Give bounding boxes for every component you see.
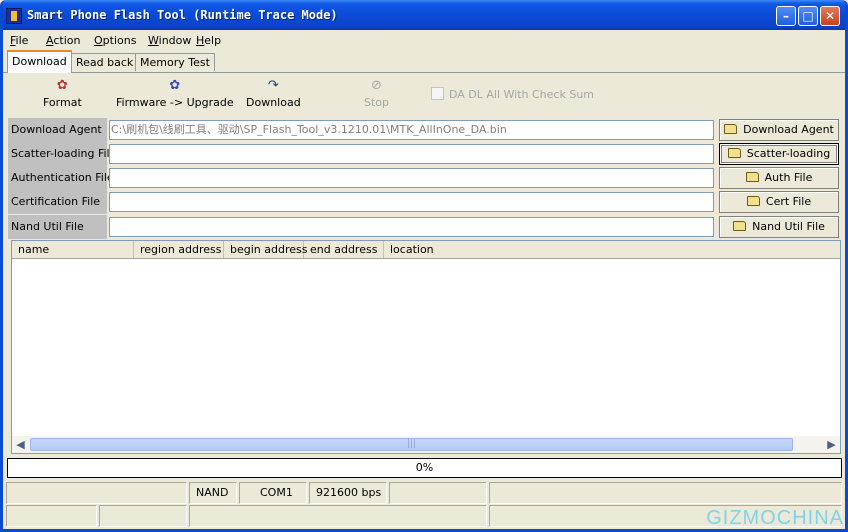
partition-list[interactable]: name region address begin address end ad… — [11, 240, 841, 454]
progress-text: 0% — [415, 461, 434, 474]
menu-file[interactable]: File — [10, 34, 28, 47]
menu-action[interactable]: Action — [46, 34, 80, 47]
file-row-scatter: Scatter-loading File Scatter-loading — [8, 142, 841, 166]
format-button[interactable]: ✿ Format — [43, 78, 82, 110]
scroll-right-icon[interactable]: ▶ — [824, 437, 839, 452]
toolbar: ✿ Format ✿ Firmware -> Upgrade ↷ Downloa… — [3, 73, 845, 118]
download-icon: ↷ — [267, 78, 279, 93]
file-row-download-agent: Download Agent C:\刷机包\线刷工具、驱动\SP_Flash_T… — [8, 118, 841, 142]
status-baud: 921600 bps — [309, 482, 387, 504]
download-agent-path[interactable]: C:\刷机包\线刷工具、驱动\SP_Flash_Tool_v3.1210.01\… — [109, 120, 714, 140]
scatter-label: Scatter-loading File — [8, 142, 116, 166]
format-icon: ✿ — [56, 78, 68, 93]
folder-icon — [724, 124, 738, 134]
auth-path[interactable] — [109, 168, 714, 188]
scatter-path[interactable] — [109, 144, 714, 164]
column-location[interactable]: location — [384, 241, 840, 258]
file-row-auth: Authentication File Auth File — [8, 166, 841, 190]
status-pane-1 — [6, 482, 187, 504]
column-name[interactable]: name — [12, 241, 134, 258]
status-pane-9 — [189, 505, 487, 527]
file-row-cert: Certification File Cert File — [8, 190, 841, 214]
upgrade-icon: ✿ — [169, 78, 181, 93]
progress-bar: 0% — [7, 458, 842, 478]
close-icon[interactable]: ✕ — [820, 6, 840, 26]
status-pane-6 — [489, 482, 842, 504]
minimize-icon[interactable]: – — [776, 6, 796, 26]
auth-file-button[interactable]: Auth File — [719, 167, 839, 189]
maximize-icon[interactable]: □ — [798, 6, 818, 26]
menu-bar: File Action Options Window Help — [3, 30, 845, 50]
column-end-address[interactable]: end address — [304, 241, 384, 258]
menu-help[interactable]: Help — [196, 34, 221, 47]
cert-path[interactable] — [109, 192, 714, 212]
stop-icon: ⊘ — [371, 78, 382, 93]
scatter-loading-button[interactable]: Scatter-loading — [719, 143, 839, 165]
menu-options[interactable]: Options — [94, 34, 136, 47]
list-header: name region address begin address end ad… — [12, 241, 840, 259]
tab-download[interactable]: Download — [7, 50, 72, 73]
download-button[interactable]: ↷ Download — [246, 78, 301, 110]
folder-icon — [746, 196, 760, 206]
tab-read-back[interactable]: Read back — [71, 53, 139, 71]
app-icon — [6, 8, 22, 24]
auth-label: Authentication File — [8, 166, 114, 190]
menu-window[interactable]: Window — [148, 34, 191, 47]
file-row-nand: Nand Util File Nand Util File — [8, 215, 841, 239]
status-pane-5 — [389, 482, 487, 504]
firmware-upgrade-button[interactable]: ✿ Firmware -> Upgrade — [116, 78, 234, 110]
column-begin-address[interactable]: begin address — [224, 241, 307, 258]
cert-label: Certification File — [8, 190, 107, 214]
watermark-logo: GIZMOCHINA — [706, 507, 844, 529]
cert-file-button[interactable]: Cert File — [719, 191, 839, 213]
scroll-left-icon[interactable]: ◀ — [13, 437, 28, 452]
nand-util-button[interactable]: Nand Util File — [719, 216, 839, 238]
column-region-address[interactable]: region address — [134, 241, 224, 258]
tab-bar: Download Read back Memory Test — [3, 50, 845, 73]
title-bar[interactable]: Smart Phone Flash Tool (Runtime Trace Mo… — [3, 0, 845, 30]
app-window: Smart Phone Flash Tool (Runtime Trace Mo… — [0, 0, 848, 532]
horizontal-scrollbar[interactable]: ◀ ||| ▶ — [12, 436, 840, 453]
checksum-checkbox[interactable]: DA DL All With Check Sum — [431, 87, 594, 101]
status-pane-8 — [99, 505, 187, 527]
stop-button[interactable]: ⊘ Stop — [364, 78, 389, 110]
download-agent-label: Download Agent — [8, 118, 107, 142]
download-agent-button[interactable]: Download Agent — [719, 119, 839, 141]
scroll-thumb[interactable]: ||| — [30, 438, 793, 451]
status-storage: NAND — [189, 482, 237, 504]
nand-util-path[interactable] — [109, 217, 714, 237]
tab-memory-test[interactable]: Memory Test — [135, 53, 215, 71]
window-title: Smart Phone Flash Tool (Runtime Trace Mo… — [27, 8, 338, 22]
checkbox-icon — [431, 87, 444, 100]
status-port: COM1 — [239, 482, 307, 504]
status-pane-7 — [6, 505, 97, 527]
folder-icon — [727, 148, 741, 158]
folder-icon — [745, 172, 759, 182]
folder-icon — [733, 221, 747, 231]
nand-util-label: Nand Util File — [8, 215, 107, 239]
file-panel: Download Agent C:\刷机包\线刷工具、驱动\SP_Flash_T… — [8, 118, 841, 240]
